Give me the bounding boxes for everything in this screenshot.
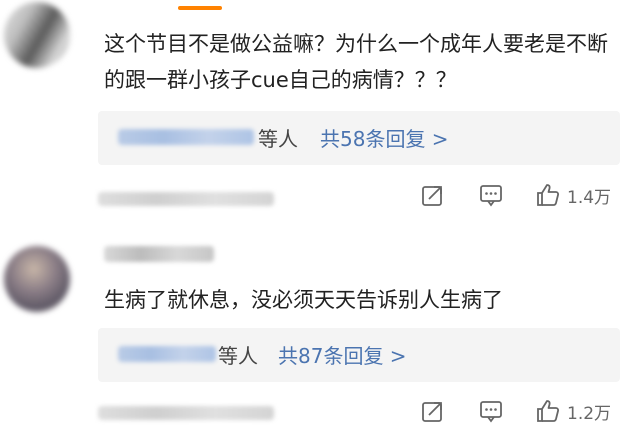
comment-text: 这个节目不是做公益嘛？为什么一个成年人要老是不断的跟一群小孩子cue自己的病情？… (104, 32, 608, 92)
like-count: 1.4万 (567, 187, 612, 208)
comment-button[interactable] (478, 398, 504, 424)
comment-meta-blurred (98, 406, 274, 420)
comment-item: 这个节目不是做公益嘛？为什么一个成年人要老是不断的跟一群小孩子cue自己的病情？… (0, 0, 637, 222)
like-icon (537, 184, 560, 206)
reply-suffix: 等人 (218, 344, 258, 368)
reply-summary[interactable]: 等人 共58条回复 > (98, 111, 620, 165)
username-blurred[interactable] (104, 246, 214, 262)
comment-icon (480, 401, 502, 423)
avatar[interactable] (4, 2, 70, 68)
reply-suffix: 等人 (258, 127, 298, 151)
forward-button[interactable] (420, 398, 446, 424)
reply-usernames-blurred (118, 129, 254, 145)
comment-icon (480, 185, 502, 207)
like-count: 1.2万 (567, 403, 612, 424)
comment-item: 生病了就休息，没必须天天告诉别人生病了 等人 共87条回复 > 1.2万 (0, 228, 637, 446)
like-button[interactable]: 1.2万 (535, 398, 611, 424)
reply-summary[interactable]: 等人 共87条回复 > (98, 328, 620, 382)
comment-text: 生病了就休息，没必须天天告诉别人生病了 (104, 288, 503, 312)
forward-icon (422, 186, 442, 206)
like-button[interactable]: 1.4万 (535, 182, 611, 208)
forward-button[interactable] (420, 182, 446, 208)
avatar[interactable] (4, 246, 70, 312)
reply-count-link[interactable]: 共58条回复 > (320, 123, 449, 152)
reply-count-link[interactable]: 共87条回复 > (278, 340, 407, 369)
reply-usernames-blurred (118, 346, 216, 362)
comment-button[interactable] (478, 182, 504, 208)
like-icon (537, 400, 560, 422)
comment-meta-blurred (98, 192, 274, 206)
forward-icon (422, 402, 442, 422)
